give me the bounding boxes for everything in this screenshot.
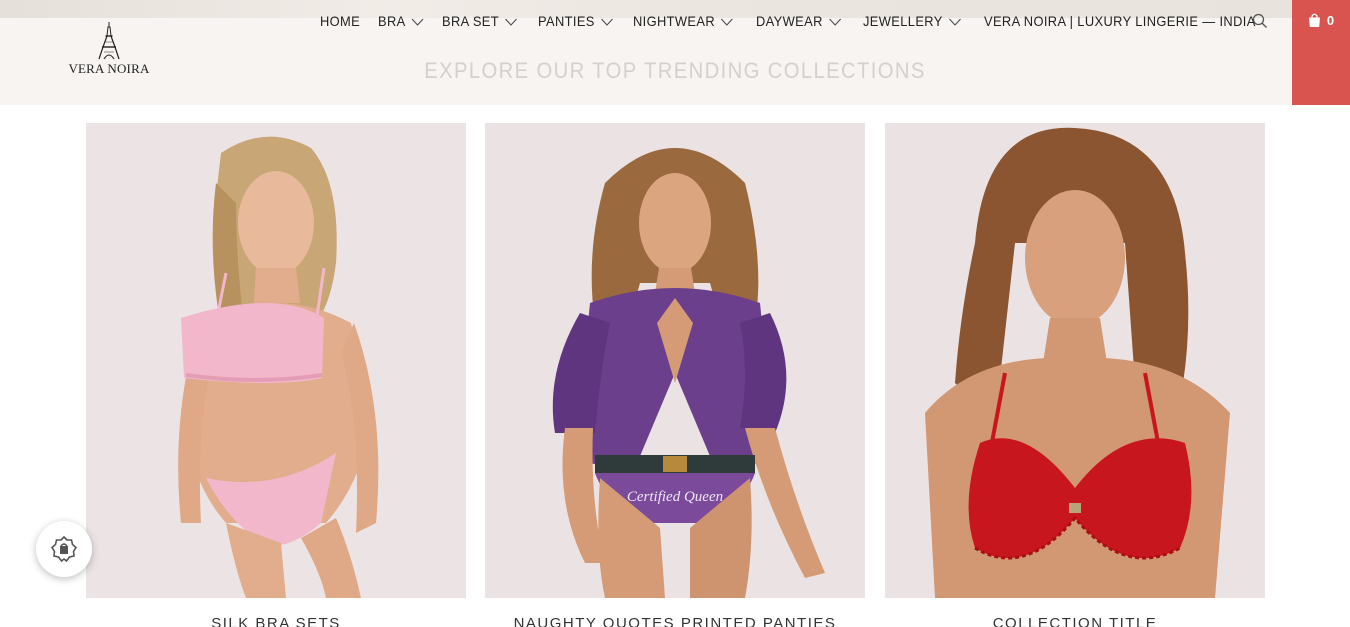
nav-item-nightwear[interactable]: NIGHTWEAR (633, 13, 734, 29)
nav-label: JEWELLERY (862, 13, 943, 29)
rewards-launcher-button[interactable] (36, 521, 92, 577)
collection-image: Certified Queen (485, 123, 865, 598)
nav-label: BRA SET (441, 13, 499, 29)
chevron-down-icon (829, 13, 842, 29)
collection-title-collection-title[interactable]: COLLECTION TITLE (885, 615, 1265, 627)
chevron-down-icon (411, 13, 424, 29)
site-header: VERA NOIRA HOME BRA BRA SET PANTIES NIGH… (0, 0, 1292, 105)
nav-item-daywear[interactable]: DAYWEAR (756, 13, 841, 29)
cart-button[interactable]: 0 (1292, 0, 1350, 105)
chevron-down-icon (721, 13, 734, 29)
nav-item-panties[interactable]: PANTIES (538, 13, 613, 29)
nav-label: DAYWEAR (756, 13, 824, 29)
cart-count: 0 (1326, 13, 1335, 28)
search-icon (1252, 13, 1267, 28)
nav-label: HOME (320, 13, 361, 29)
nav-item-bra[interactable]: BRA (378, 13, 424, 29)
chevron-down-icon (504, 13, 517, 29)
collection-image (86, 123, 466, 598)
collection-card-naughty-quotes-panties[interactable]: Certified Queen (485, 123, 865, 598)
reward-badge-icon (50, 535, 78, 563)
collection-card-silk-bra-sets[interactable] (86, 123, 466, 598)
shopping-bag-icon (1308, 13, 1320, 27)
panty-print-text: Certified Queen (627, 489, 723, 505)
nav-item-jewellery[interactable]: JEWELLERY (863, 13, 961, 29)
search-button[interactable] (1252, 13, 1270, 31)
chevron-down-icon (600, 13, 613, 29)
chevron-down-icon (948, 13, 961, 29)
nav-label: VERA NOIRA | LUXURY LINGERIE — INDIA (983, 13, 1256, 29)
collection-card-collection-title[interactable] (885, 123, 1265, 598)
nav-label: BRA (377, 13, 406, 29)
nav-item-home[interactable]: HOME (320, 13, 360, 29)
main-navigation: HOME BRA BRA SET PANTIES NIGHTWEAR DAYWE… (320, 11, 1293, 31)
collection-image (885, 123, 1265, 598)
collection-title-silk-bra-sets[interactable]: SILK BRA SETS (86, 615, 466, 627)
section-title: EXPLORE OUR TOP TRENDING COLLECTIONS (424, 58, 926, 83)
nav-item-bra-set[interactable]: BRA SET (442, 13, 517, 29)
nav-label: PANTIES (537, 13, 595, 29)
nav-label: NIGHTWEAR (633, 13, 716, 29)
collection-title-naughty-quotes-panties[interactable]: NAUGHTY QUOTES PRINTED PANTIES (485, 615, 865, 627)
nav-item-brand-page[interactable]: VERA NOIRA | LUXURY LINGERIE — INDIA (984, 13, 1256, 29)
eiffel-tower-icon (98, 22, 120, 60)
